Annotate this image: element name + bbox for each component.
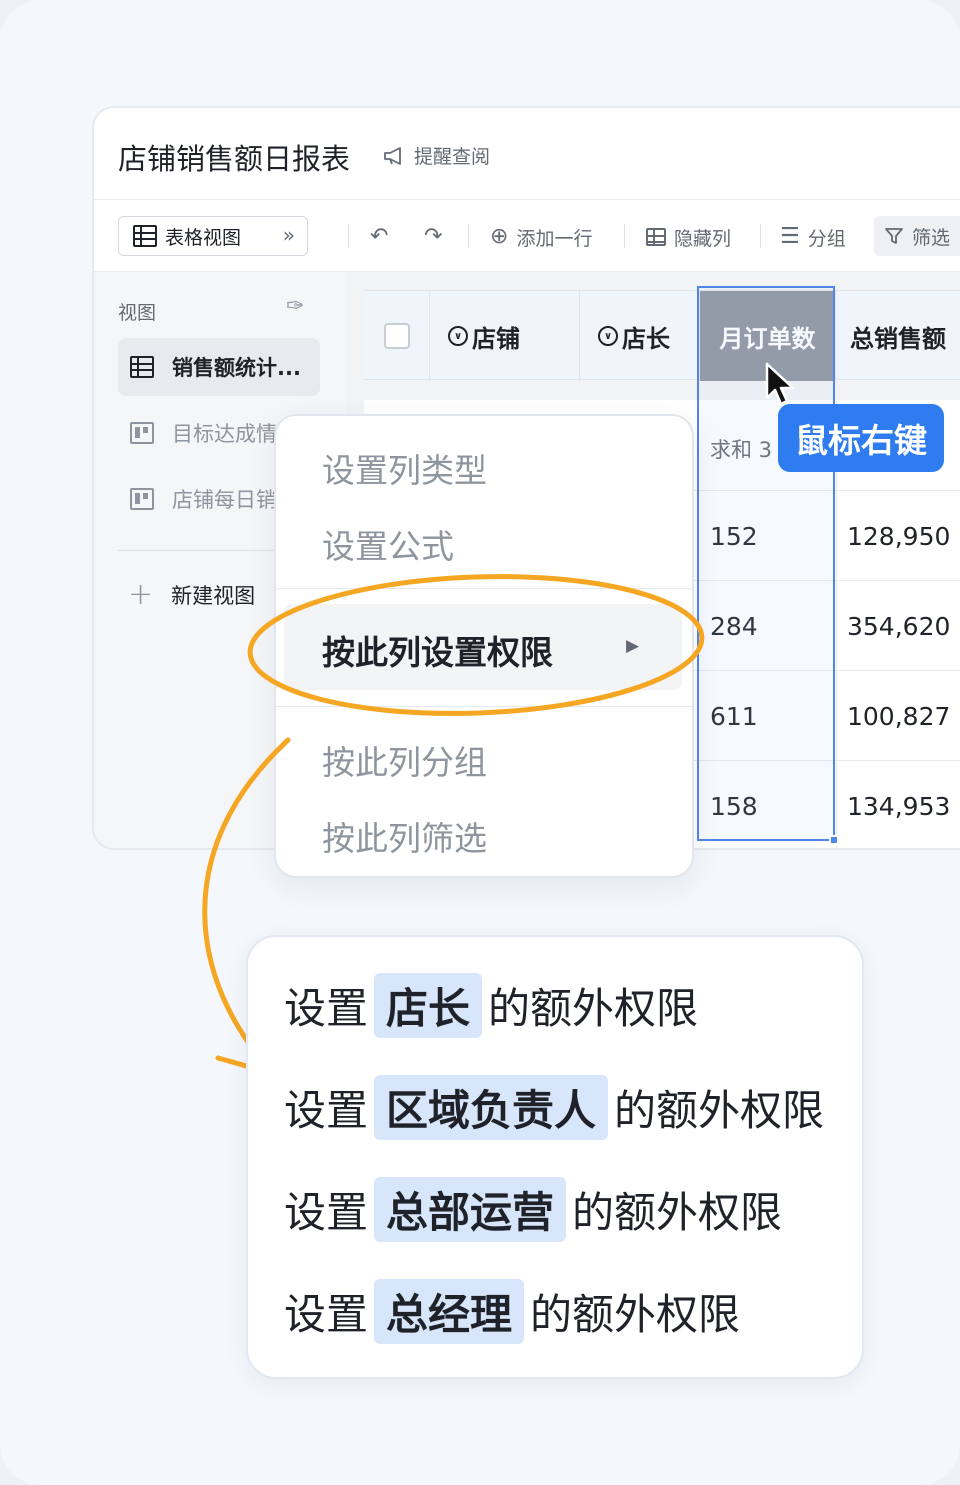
table-cell-sales[interactable]: 100,827 bbox=[847, 702, 950, 731]
table-cell-sales[interactable]: 128,950 bbox=[847, 522, 950, 551]
chevron-down-circle-icon: ∨ bbox=[598, 326, 618, 346]
permission-prefix: 设置 bbox=[284, 984, 369, 1033]
permission-line: 设置 店长 的额外权限 bbox=[284, 973, 698, 1038]
grid-icon bbox=[130, 356, 154, 378]
mouse-cursor-icon bbox=[765, 362, 795, 406]
group-list-icon: ☰ bbox=[780, 224, 800, 249]
column-header-total-sales[interactable]: 总销售额 bbox=[836, 291, 960, 381]
view-switch-label: 表格视图 bbox=[165, 226, 242, 249]
toolbar-divider bbox=[468, 224, 469, 248]
submenu-arrow-icon: ▶ bbox=[626, 636, 640, 656]
group-button[interactable]: ☰ 分组 bbox=[780, 224, 846, 250]
column-header-store[interactable]: ∨ 店铺 bbox=[430, 291, 580, 381]
right-click-tooltip: 鼠标右键 bbox=[778, 404, 944, 472]
select-all-checkbox[interactable] bbox=[383, 323, 410, 349]
add-row-label: 添加一行 bbox=[516, 227, 593, 250]
table-icon bbox=[646, 228, 666, 246]
permission-line: 设置 总部运营 的额外权限 bbox=[284, 1177, 782, 1242]
column-header-label: 总销售额 bbox=[850, 324, 946, 353]
column-header-manager[interactable]: ∨ 店长 bbox=[580, 291, 700, 381]
filter-label: 筛选 bbox=[912, 226, 951, 249]
undo-icon: ↶ bbox=[370, 224, 389, 249]
menu-item-filter-by-column[interactable]: 按此列筛选 bbox=[322, 812, 487, 860]
permission-suffix: 的额外权限 bbox=[530, 1290, 741, 1339]
toolbar-divider bbox=[760, 224, 761, 248]
new-view-label: 新建视图 bbox=[171, 584, 256, 608]
toolbar-divider bbox=[348, 224, 349, 248]
hide-columns-button[interactable]: 隐藏列 bbox=[646, 224, 731, 250]
table-grid-icon bbox=[133, 225, 157, 247]
redo-button[interactable]: ↷ bbox=[424, 224, 442, 250]
views-heading: 视图 bbox=[118, 302, 157, 324]
permission-line: 设置 总经理 的额外权限 bbox=[284, 1279, 740, 1344]
sidebar-item-label: 销售额统计... bbox=[172, 356, 301, 380]
kanban-icon bbox=[130, 422, 154, 444]
group-label: 分组 bbox=[807, 227, 846, 250]
column-header-label: 店铺 bbox=[472, 324, 520, 353]
plus-circle-icon: ⊕ bbox=[490, 224, 509, 249]
undo-button[interactable]: ↶ bbox=[370, 224, 388, 250]
context-menu: 设置列类型 设置公式 按此列设置权限 ▶ 按此列分组 按此列筛选 bbox=[274, 414, 694, 878]
menu-item-set-formula[interactable]: 设置公式 bbox=[322, 520, 454, 568]
page-title: 店铺销售额日报表 bbox=[118, 142, 351, 176]
sidebar-item-label: 店铺每日销 bbox=[172, 488, 277, 512]
filter-button[interactable]: 筛选 bbox=[874, 216, 960, 256]
menu-divider bbox=[276, 706, 692, 707]
sidebar-item-sales-stats[interactable]: 销售额统计... bbox=[118, 338, 320, 396]
role-chip[interactable]: 区域负责人 bbox=[374, 1075, 609, 1140]
menu-item-set-permission[interactable]: 按此列设置权限 bbox=[322, 626, 553, 674]
permission-prefix: 设置 bbox=[284, 1188, 369, 1237]
role-chip[interactable]: 总部运营 bbox=[374, 1177, 567, 1242]
permission-line: 设置 区域负责人 的额外权限 bbox=[284, 1075, 824, 1140]
sidebar-item-label: 目标达成情 bbox=[172, 422, 277, 446]
megaphone-icon bbox=[384, 146, 401, 165]
double-chevron-right-icon: » bbox=[282, 223, 295, 247]
add-row-button[interactable]: ⊕ 添加一行 bbox=[490, 224, 592, 250]
column-header-label: 店长 bbox=[622, 324, 670, 353]
menu-item-set-column-type[interactable]: 设置列类型 bbox=[322, 444, 487, 492]
table-header: ∨ 店铺 ∨ 店长 月订单数 总销售额 bbox=[364, 290, 960, 381]
kanban-icon bbox=[130, 488, 154, 510]
fill-handle[interactable] bbox=[829, 835, 839, 845]
menu-item-group-by-column[interactable]: 按此列分组 bbox=[322, 736, 487, 784]
permission-suffix: 的额外权限 bbox=[488, 984, 699, 1033]
table-cell-sales[interactable]: 134,953 bbox=[847, 792, 950, 821]
pin-icon[interactable]: ✑ bbox=[286, 294, 304, 319]
select-all-cell bbox=[364, 291, 430, 381]
hide-columns-label: 隐藏列 bbox=[674, 227, 732, 250]
permission-suffix: 的额外权限 bbox=[572, 1188, 783, 1237]
toolbar: 表格视图 » ↶ ↷ ⊕ 添加一行 隐藏列 ☰ 分组 筛选 bbox=[94, 200, 960, 272]
role-chip[interactable]: 店长 bbox=[374, 973, 483, 1038]
remind-label: 提醒查阅 bbox=[414, 146, 491, 168]
redo-icon: ↷ bbox=[424, 224, 443, 249]
filter-funnel-icon bbox=[885, 228, 903, 244]
table-cell-sales[interactable]: 354,620 bbox=[847, 612, 950, 641]
view-switch-button[interactable]: 表格视图 » bbox=[118, 216, 308, 256]
permission-suffix: 的额外权限 bbox=[614, 1086, 825, 1135]
page-background: 店铺销售额日报表 提醒查阅 表格视图 » ↶ ↷ ⊕ 添加一行 隐藏列 ☰ 分组… bbox=[0, 0, 960, 1485]
role-chip[interactable]: 总经理 bbox=[374, 1279, 525, 1344]
permission-prefix: 设置 bbox=[284, 1086, 369, 1135]
permission-prefix: 设置 bbox=[284, 1290, 369, 1339]
plus-icon: + bbox=[128, 577, 154, 612]
new-view-button[interactable]: + 新建视图 bbox=[128, 580, 255, 610]
menu-divider bbox=[276, 588, 692, 589]
app-header: 店铺销售额日报表 提醒查阅 bbox=[94, 108, 960, 200]
remind-button[interactable]: 提醒查阅 bbox=[382, 142, 490, 169]
toolbar-divider bbox=[624, 224, 625, 248]
permission-card: 设置 店长 的额外权限 设置 区域负责人 的额外权限 设置 总部运营 的额外权限… bbox=[246, 935, 864, 1379]
chevron-down-circle-icon: ∨ bbox=[448, 326, 468, 346]
